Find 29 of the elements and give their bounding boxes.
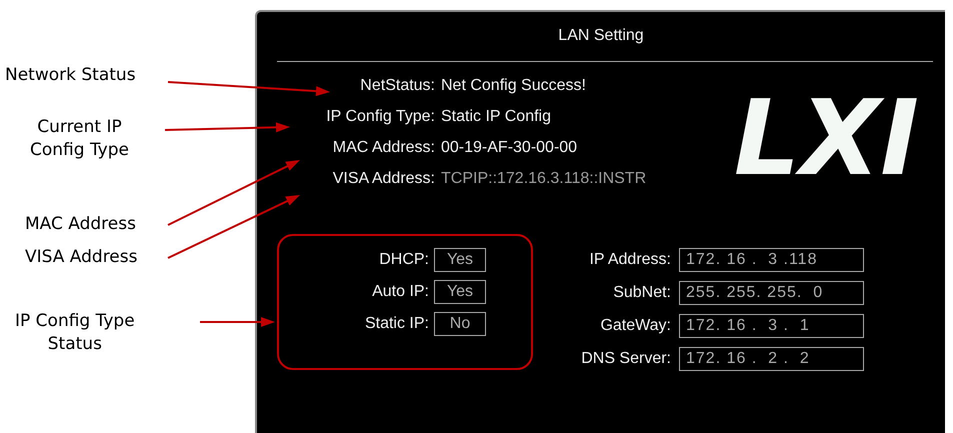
logo: LXI <box>732 76 920 201</box>
callout-label: Current IP Config Type <box>30 116 129 162</box>
field-value: 00-19-AF-30-00-00 <box>441 139 578 157</box>
value-field[interactable]: Yes <box>434 280 486 304</box>
field-label: MAC Address: <box>332 139 435 157</box>
field-value: Net Config Success! <box>441 77 587 95</box>
callout-label: IP Config Type Status <box>15 310 135 356</box>
input-field[interactable]: 172. 16 . 2 . 2 <box>679 347 864 371</box>
input-field[interactable]: 172. 16 . 3 .118 <box>679 248 864 272</box>
field-value: TCPIP::172.16.3.118::INSTR <box>441 170 646 188</box>
callout-label: Network Status <box>5 64 136 87</box>
field-label: SubNet: <box>612 284 671 302</box>
field-value: Static IP Config <box>441 108 552 126</box>
field-label: DNS Server: <box>580 350 671 368</box>
field-label: Auto IP: <box>371 283 429 301</box>
value-field[interactable]: No <box>434 312 486 336</box>
value-field[interactable]: Yes <box>434 248 486 272</box>
window-title: LAN Setting <box>557 26 645 46</box>
field-label: IP Address: <box>588 251 671 269</box>
field-label: VISA Address: <box>332 170 435 188</box>
input-field[interactable]: 172. 16 . 3 . 1 <box>679 314 864 338</box>
callout-label: VISA Address <box>25 246 138 269</box>
field-label: DHCP: <box>378 251 429 269</box>
field-label: GateWay: <box>599 317 671 335</box>
field-label: NetStatus: <box>359 77 435 95</box>
input-field[interactable]: 255. 255. 255. 0 <box>679 281 864 305</box>
callout-label: MAC Address <box>25 213 136 236</box>
field-label: IP Config Type: <box>325 108 435 126</box>
field-label: Static IP: <box>364 315 429 333</box>
